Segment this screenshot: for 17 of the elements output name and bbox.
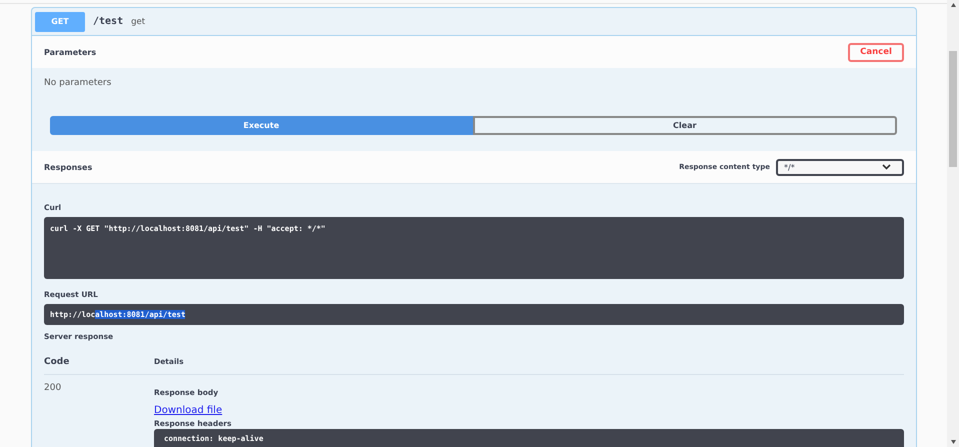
scroll-down-icon[interactable]	[950, 440, 956, 444]
method-badge: GET	[35, 12, 85, 32]
status-code: 200	[44, 383, 62, 395]
content-type-select[interactable]: */*	[776, 158, 904, 176]
section-title: Parameters	[44, 48, 96, 56]
column-header: Code	[44, 356, 70, 366]
download-link[interactable]: Download file	[154, 405, 222, 416]
chevron-down-icon	[882, 164, 891, 170]
endpoint-path: /test	[93, 16, 124, 27]
scroll-up-icon[interactable]	[950, 3, 956, 7]
cancel-button[interactable]: Cancel	[848, 42, 904, 62]
scrollbar[interactable]	[947, 0, 959, 447]
endpoint-summary: get	[131, 16, 146, 26]
no-parameters-text: No parameters	[44, 78, 112, 88]
section-title: Responses	[44, 162, 92, 172]
scrollbar-thumb[interactable]	[949, 51, 957, 167]
clear-button[interactable]: Clear	[472, 116, 897, 135]
